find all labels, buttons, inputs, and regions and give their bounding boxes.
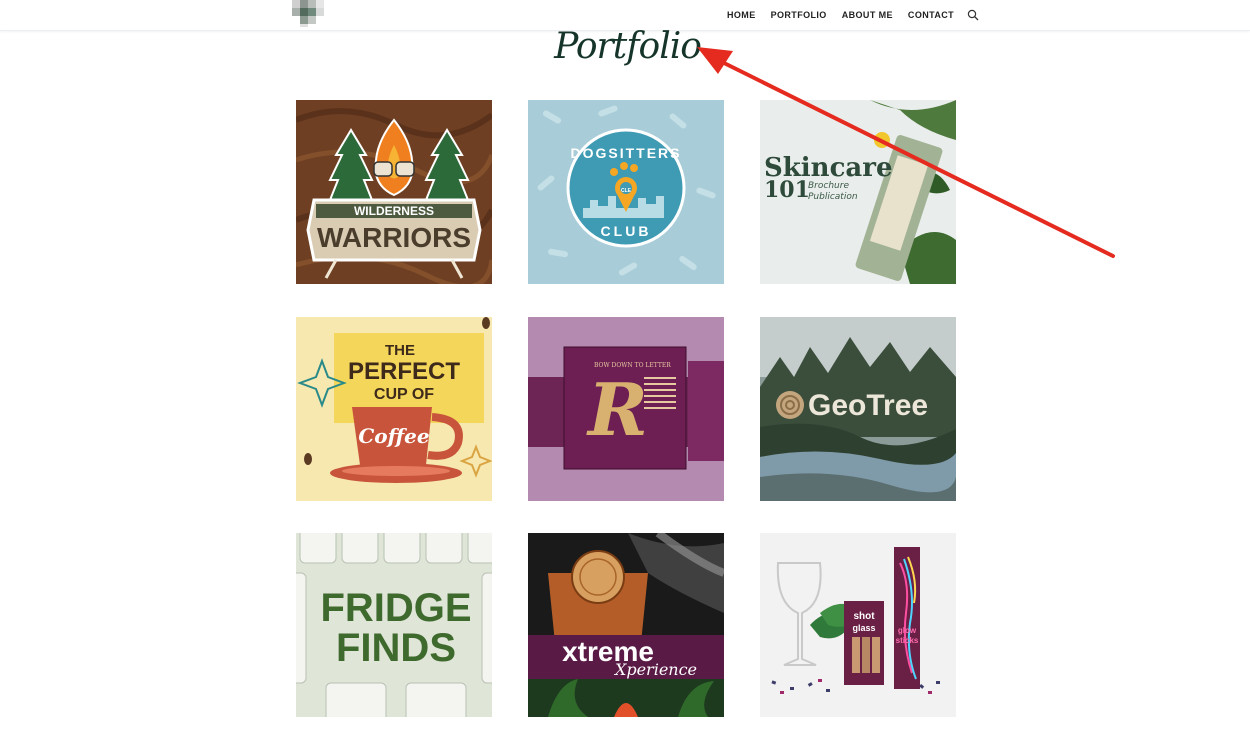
- search-icon[interactable]: [967, 9, 979, 21]
- tile-text: R: [586, 367, 648, 452]
- portfolio-tile-geotree[interactable]: GeoTree: [760, 317, 956, 501]
- tile-text: WARRIORS: [317, 222, 471, 253]
- tile-text: THE: [385, 342, 415, 359]
- portfolio-tile-bow-down-to-letter-r[interactable]: BOW DOWN TO LETTER R: [528, 317, 724, 501]
- tile-text: FRIDGE: [320, 586, 471, 630]
- tile-text: Brochure: [808, 181, 849, 191]
- tile-image: Skincare 101 Brochure Publication: [760, 100, 956, 284]
- nav-portfolio[interactable]: PORTFOLIO: [771, 10, 827, 20]
- tile-text: shot: [853, 611, 875, 622]
- tile-image: BOW DOWN TO LETTER R: [528, 317, 724, 501]
- tile-image: shot glass glow sticks: [760, 533, 956, 717]
- tile-text: PERFECT: [348, 358, 460, 385]
- main-nav: HOME PORTFOLIO ABOUT ME CONTACT: [727, 9, 979, 21]
- tile-text: Coffee: [358, 424, 429, 448]
- tile-image: THE PERFECT CUP OF Coffee: [296, 317, 492, 501]
- tile-image: GeoTree: [760, 317, 956, 501]
- tile-image: xtreme Xperience: [528, 533, 724, 717]
- tile-image: DOGSITTERS CLUB CLE: [528, 100, 724, 284]
- portfolio-tile-fridge-finds[interactable]: FRIDGE FINDS: [296, 533, 492, 717]
- portfolio-tile-perfect-cup-of-coffee[interactable]: THE PERFECT CUP OF Coffee: [296, 317, 492, 501]
- logo-icon[interactable]: [292, 0, 324, 27]
- tile-text: CLUB: [601, 223, 652, 239]
- tile-text: GeoTree: [808, 389, 928, 422]
- nav-about-me[interactable]: ABOUT ME: [842, 10, 893, 20]
- nav-contact[interactable]: CONTACT: [908, 10, 954, 20]
- portfolio-tile-shot-glass-glow-sticks[interactable]: shot glass glow sticks: [760, 533, 956, 717]
- tile-text: DOGSITTERS: [570, 145, 681, 161]
- tile-text: sticks: [896, 636, 919, 645]
- tile-text: glass: [852, 623, 875, 633]
- tile-text: Xperience: [613, 660, 697, 679]
- tile-text: CUP OF: [374, 386, 434, 403]
- nav-home[interactable]: HOME: [727, 10, 756, 20]
- portfolio-tile-wilderness-warriors[interactable]: WILDERNESS WARRIORS: [296, 100, 492, 284]
- tile-text: CLE: [621, 188, 632, 194]
- tile-image: WILDERNESS WARRIORS: [296, 100, 492, 284]
- portfolio-tile-skincare-101[interactable]: Skincare 101 Brochure Publication: [760, 100, 956, 284]
- portfolio-tile-xtreme-xperience[interactable]: xtreme Xperience: [528, 533, 724, 717]
- tile-text: glow: [898, 626, 917, 635]
- tile-text: 101: [764, 177, 810, 203]
- tile-image: FRIDGE FINDS: [296, 533, 492, 717]
- tile-text: WILDERNESS: [354, 204, 434, 218]
- portfolio-tile-dogsitters-club[interactable]: DOGSITTERS CLUB CLE: [528, 100, 724, 284]
- page-title: Portfolio: [554, 26, 702, 67]
- tile-text: FINDS: [336, 626, 456, 670]
- tile-text: Publication: [808, 192, 858, 202]
